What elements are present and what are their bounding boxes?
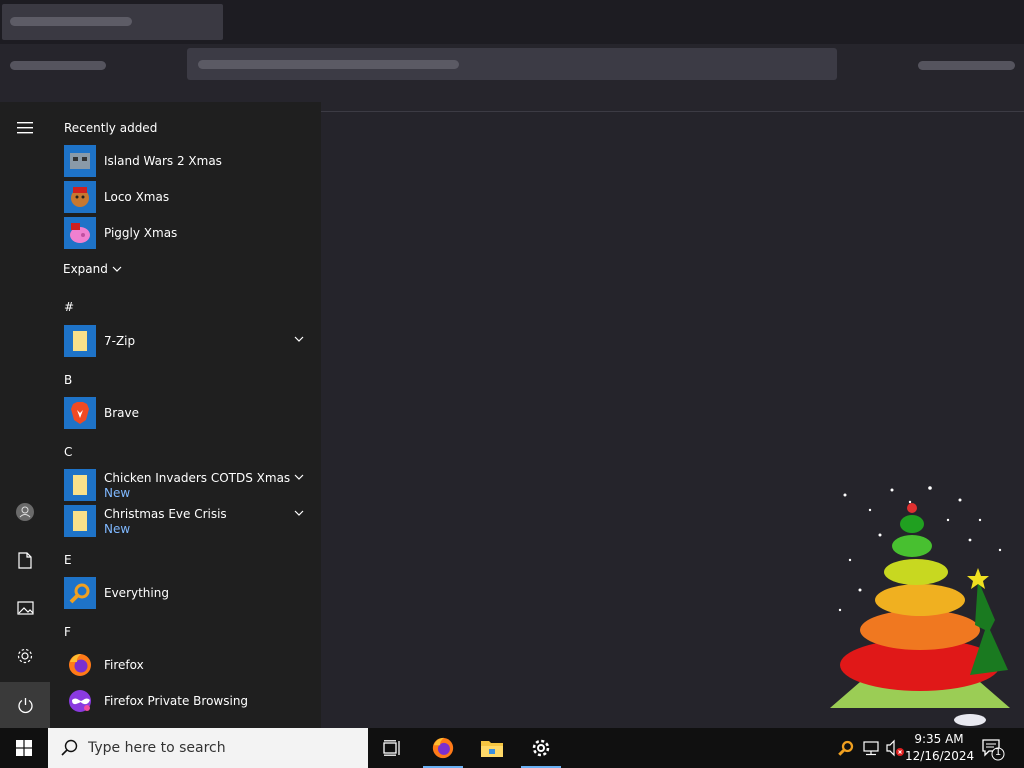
app-label: Piggly Xmas <box>104 225 178 240</box>
folder-icon <box>64 325 96 357</box>
letter-header-hash[interactable]: # <box>64 300 74 314</box>
expand-button[interactable]: Expand <box>63 262 122 276</box>
pictures-button[interactable] <box>0 585 50 631</box>
pictures-icon <box>16 601 34 615</box>
document-icon <box>18 551 32 569</box>
action-center-button[interactable]: 1 <box>980 736 1006 762</box>
app-piggly-xmas[interactable]: Piggly Xmas <box>64 216 314 250</box>
app-firefox[interactable]: Firefox <box>64 648 314 682</box>
chevron-down-icon[interactable] <box>292 506 306 520</box>
notification-count: 1 <box>994 747 1002 758</box>
hamburger-menu-button[interactable] <box>0 105 50 151</box>
christmas-tree-gadget[interactable] <box>820 480 1024 730</box>
app-label: 7-Zip <box>104 333 136 348</box>
network-icon <box>863 741 879 756</box>
app-firefox-private-browsing[interactable]: Firefox Private Browsing <box>64 684 314 718</box>
settings-button[interactable] <box>0 633 50 679</box>
letter-header-e[interactable]: E <box>64 553 72 567</box>
background-window-tab <box>2 4 223 40</box>
loco-xmas-icon <box>64 181 96 213</box>
app-label: Everything <box>104 585 169 600</box>
app-7-zip[interactable]: 7-Zip <box>64 324 314 358</box>
app-label: Christmas Eve Crisis <box>104 506 227 521</box>
app-island-wars-2-xmas[interactable]: Island Wars 2 Xmas <box>64 144 314 178</box>
task-view-icon <box>383 740 400 756</box>
user-avatar-icon <box>16 503 34 521</box>
hamburger-icon <box>17 122 33 134</box>
app-christmas-eve-crisis[interactable]: Christmas Eve Crisis New <box>64 504 314 538</box>
taskbar-clock[interactable]: 9:35 AM 12/16/2024 <box>905 731 975 765</box>
background-window-address-bar <box>187 48 837 80</box>
taskbar-firefox[interactable] <box>423 728 463 768</box>
documents-button[interactable] <box>0 537 50 583</box>
folder-icon <box>64 469 96 501</box>
clock-time: 9:35 AM <box>914 732 964 746</box>
chevron-down-icon[interactable] <box>292 332 306 346</box>
app-label: Island Wars 2 Xmas <box>104 153 222 168</box>
power-button[interactable] <box>0 682 50 728</box>
firefox-private-icon <box>64 685 96 717</box>
everything-search-icon <box>64 577 96 609</box>
letter-header-b[interactable]: B <box>64 373 72 387</box>
expand-label: Expand <box>63 262 108 276</box>
tray-network[interactable] <box>861 738 881 758</box>
start-menu-rail <box>0 102 50 728</box>
gear-icon <box>532 739 550 757</box>
account-button[interactable] <box>0 489 50 535</box>
letter-header-f[interactable]: F <box>64 625 71 639</box>
background-window-titlebar <box>0 0 1024 44</box>
search-icon <box>61 739 78 756</box>
app-loco-xmas[interactable]: Loco Xmas <box>64 180 314 214</box>
app-label: Firefox Private Browsing <box>104 693 249 708</box>
app-chicken-invaders-cotds-xmas[interactable]: Chicken Invaders COTDS Xmas New <box>64 468 314 502</box>
app-label: Brave <box>104 405 140 420</box>
piggly-xmas-icon <box>64 217 96 249</box>
app-label: Loco Xmas <box>104 189 170 204</box>
tray-volume[interactable] <box>885 738 905 758</box>
letter-header-c[interactable]: C <box>64 445 72 459</box>
new-badge: New <box>104 521 131 536</box>
taskbar-file-explorer[interactable] <box>472 728 512 768</box>
clock-date: 12/16/2024 <box>905 749 975 763</box>
island-wars-icon <box>64 145 96 177</box>
brave-icon <box>64 397 96 429</box>
folder-icon <box>481 741 503 757</box>
app-label: Firefox <box>104 657 144 672</box>
taskbar-settings[interactable] <box>521 728 561 768</box>
firefox-icon <box>64 649 96 681</box>
everything-search-icon <box>838 740 854 756</box>
task-view-button[interactable] <box>372 728 412 768</box>
app-everything[interactable]: Everything <box>64 576 314 610</box>
chevron-down-icon <box>112 266 122 272</box>
windows-logo-icon <box>16 740 32 756</box>
notification-icon <box>982 739 1005 761</box>
app-label: Chicken Invaders COTDS Xmas <box>104 470 291 485</box>
power-icon <box>17 697 33 713</box>
app-list: Recently added Island Wars 2 Xmas Loco X… <box>50 102 321 728</box>
volume-muted-icon <box>886 739 904 757</box>
gear-icon <box>17 648 33 664</box>
firefox-icon <box>432 737 454 759</box>
folder-icon <box>64 505 96 537</box>
search-input[interactable] <box>88 740 348 756</box>
taskbar: 9:35 AM 12/16/2024 1 <box>0 728 1024 768</box>
app-brave[interactable]: Brave <box>64 396 314 430</box>
start-button[interactable] <box>0 728 48 768</box>
chevron-down-icon[interactable] <box>292 470 306 484</box>
start-menu: Recently added Island Wars 2 Xmas Loco X… <box>0 102 321 728</box>
new-badge: New <box>104 485 131 500</box>
recently-added-heading: Recently added <box>64 121 158 135</box>
tray-everything[interactable] <box>836 738 856 758</box>
taskbar-search-box[interactable] <box>48 728 368 768</box>
